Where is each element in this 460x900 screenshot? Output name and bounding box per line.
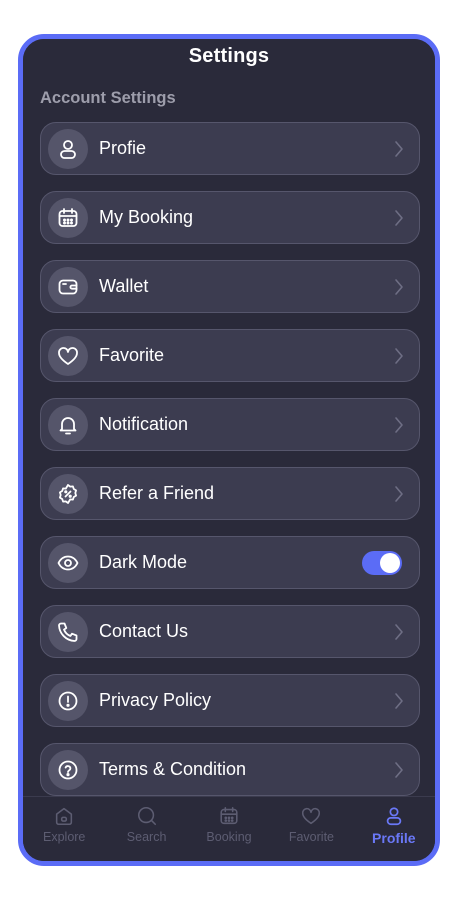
chevron-right-icon: [395, 278, 403, 295]
chevron-right-icon: [395, 416, 403, 433]
tab-label: Favorite: [288, 830, 334, 844]
heart-icon: [302, 807, 321, 825]
settings-item-contact-us[interactable]: Contact Us: [40, 605, 420, 658]
tab-booking[interactable]: Booking: [188, 797, 270, 861]
heart-icon: [48, 335, 88, 376]
settings-item-label: Refer a Friend: [99, 483, 215, 503]
tab-explore[interactable]: Explore: [23, 797, 105, 861]
settings-item-privacy-policy[interactable]: Privacy Policy: [40, 674, 420, 727]
calendar-icon: [220, 806, 238, 825]
home-icon: [56, 807, 73, 826]
settings-item-label: Privacy Policy: [99, 690, 212, 710]
tab-label: Booking: [206, 830, 252, 844]
chevron-right-icon: [395, 761, 403, 778]
settings-item-label: Notification: [99, 414, 189, 434]
section-label: Account Settings: [40, 89, 176, 107]
settings-item-label: Terms & Condition: [99, 759, 247, 779]
calendar-icon: [48, 197, 88, 238]
settings-list: Profie My Booking Wallet Favorite Notifi…: [40, 122, 420, 812]
toggle-knob: [380, 552, 400, 573]
settings-item-label: Profie: [99, 138, 147, 158]
chevron-right-icon: [395, 209, 403, 226]
settings-item-favorite[interactable]: Favorite: [40, 329, 420, 382]
settings-item-label: Favorite: [99, 345, 165, 365]
info-icon: [48, 680, 88, 721]
tab-label: Profile: [372, 830, 416, 846]
settings-item-label: My Booking: [99, 207, 194, 227]
tab-favorite[interactable]: Favorite: [270, 797, 352, 861]
tab-label: Search: [126, 830, 167, 844]
settings-item-notification[interactable]: Notification: [40, 398, 420, 451]
phone-frame: Settings Account Settings Profie My Book…: [18, 34, 440, 866]
settings-item-refer-a-friend[interactable]: Refer a Friend: [40, 467, 420, 520]
tab-profile[interactable]: Profile: [353, 797, 435, 861]
phone-icon: [48, 611, 88, 652]
eye-icon: [48, 542, 88, 583]
bottom-tab-bar: Explore Search Booking Favorite Profile: [23, 796, 435, 861]
discount-icon: [48, 473, 88, 514]
settings-item-dark-mode: Dark Mode: [40, 536, 420, 589]
chevron-right-icon: [395, 347, 403, 364]
dark-mode-toggle[interactable]: [362, 550, 402, 575]
search-icon: [137, 806, 156, 826]
tab-label: Explore: [43, 830, 86, 844]
settings-item-profile[interactable]: Profie: [40, 122, 420, 175]
settings-item-label: Wallet: [99, 276, 149, 296]
tab-search[interactable]: Search: [105, 797, 187, 861]
chevron-right-icon: [395, 140, 403, 157]
chevron-right-icon: [395, 623, 403, 640]
settings-item-wallet[interactable]: Wallet: [40, 260, 420, 313]
settings-screen: Settings Account Settings Profie My Book…: [23, 39, 435, 861]
user-icon: [386, 807, 402, 826]
bell-icon: [48, 404, 88, 445]
chevron-right-icon: [395, 692, 403, 709]
wallet-icon: [48, 266, 88, 307]
settings-item-label: Dark Mode: [99, 552, 188, 572]
page-title: Settings: [188, 45, 270, 67]
chevron-right-icon: [395, 485, 403, 502]
settings-item-my-booking[interactable]: My Booking: [40, 191, 420, 244]
settings-item-terms-condition[interactable]: Terms & Condition: [40, 743, 420, 796]
question-icon: [48, 749, 88, 790]
user-icon: [48, 128, 88, 169]
settings-item-label: Contact Us: [99, 621, 189, 641]
